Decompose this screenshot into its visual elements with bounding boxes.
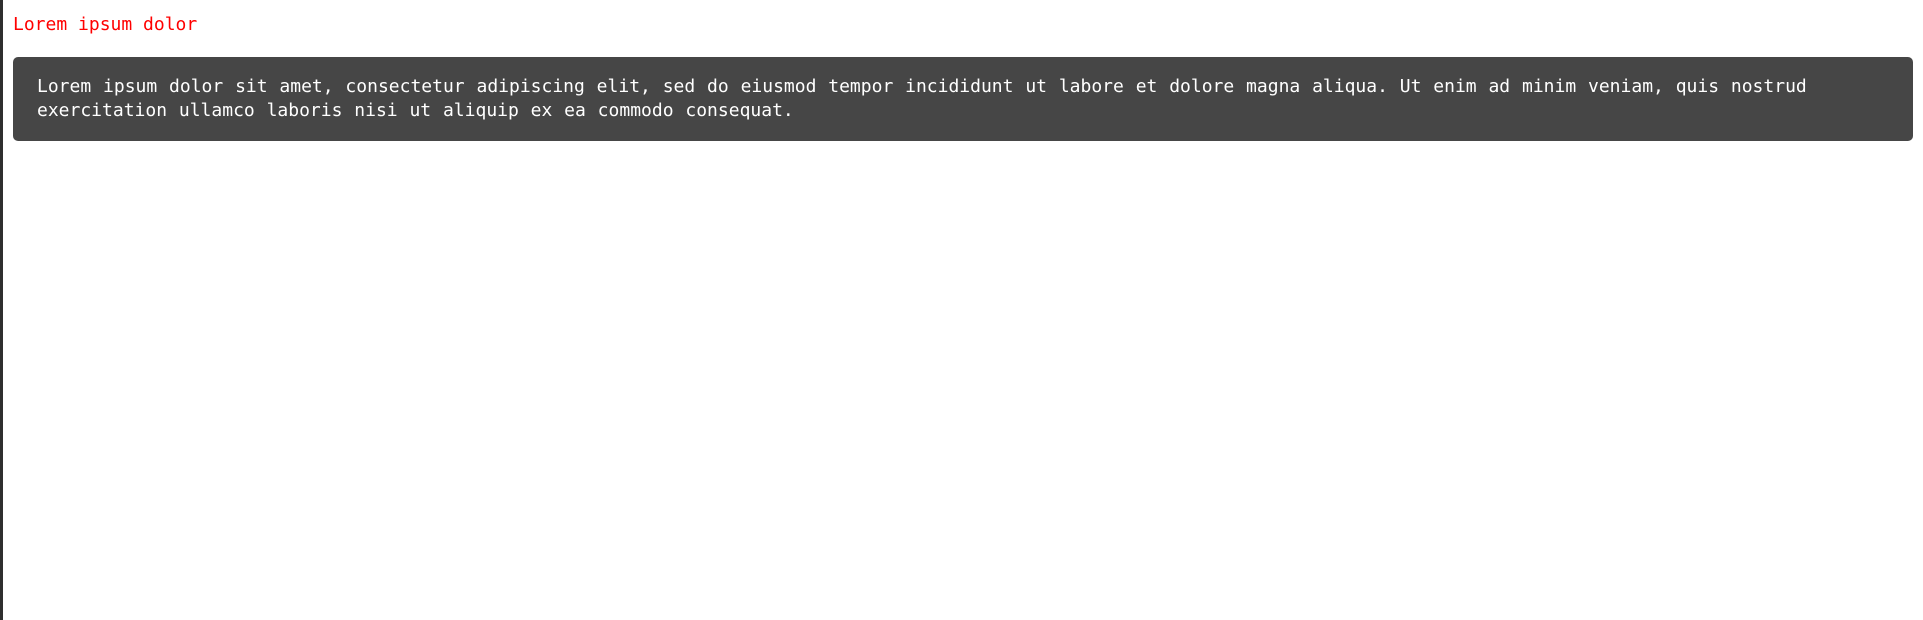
left-border [0, 0, 3, 620]
page-heading: Lorem ipsum dolor [13, 14, 198, 35]
message-text: Lorem ipsum dolor sit amet, consectetur … [37, 76, 1807, 121]
message-panel: Lorem ipsum dolor sit amet, consectetur … [13, 57, 1913, 141]
